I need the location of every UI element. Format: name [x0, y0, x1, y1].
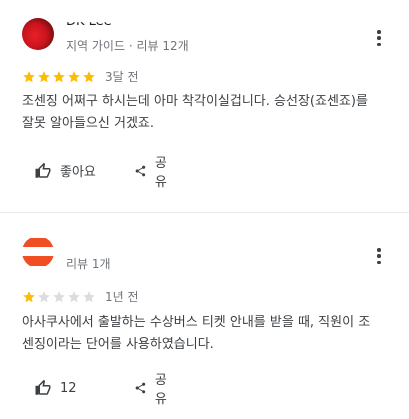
star-filled-icon	[83, 70, 95, 82]
reviewer-avatar[interactable]	[22, 18, 54, 50]
star-rating	[22, 290, 97, 304]
share-label: 공유	[154, 373, 167, 407]
like-button[interactable]: 12	[34, 379, 77, 397]
rating-row: 3달 전	[22, 68, 139, 85]
review-actions: 좋아요 공유	[34, 156, 167, 190]
reviewer-avatar[interactable]	[22, 236, 54, 268]
star-filled-icon	[68, 70, 80, 82]
review-card: DK Lee 지역 가이드 · 리뷰 12개 3달 전 조센징 어쩌구 하시는데…	[0, 0, 409, 212]
star-filled-icon	[53, 70, 65, 82]
reviewer-meta: 리뷰 1개	[66, 257, 111, 271]
share-button[interactable]: 공유	[134, 152, 172, 190]
star-rating	[22, 70, 97, 84]
star-filled-icon	[23, 70, 35, 82]
share-button[interactable]: 공유	[134, 369, 172, 407]
review-age: 3달 전	[105, 70, 139, 84]
star-empty-icon	[38, 290, 50, 302]
star-filled-icon	[23, 290, 35, 302]
review-actions: 12 공유	[34, 373, 167, 407]
thumb-up-icon	[35, 379, 51, 395]
more-vert-icon[interactable]	[377, 248, 381, 264]
review-age: 1년 전	[105, 290, 139, 304]
star-empty-icon	[53, 290, 65, 302]
thumb-up-icon	[35, 162, 51, 178]
share-label: 공유	[154, 155, 167, 190]
like-button[interactable]: 좋아요	[34, 161, 96, 180]
reviewer-meta: 지역 가이드 · 리뷰 12개	[66, 39, 189, 53]
reviewer-name[interactable]: DK Lee	[66, 22, 112, 29]
review-text: 아사쿠사에서 출발하는 수상버스 티켓 안내를 받을 때, 직원이 조센징이라는…	[22, 315, 371, 352]
star-filled-icon	[38, 70, 50, 82]
share-icon	[135, 382, 146, 394]
like-count: 12	[60, 380, 77, 396]
star-empty-icon	[83, 290, 95, 302]
star-empty-icon	[68, 290, 80, 302]
review-card: 리뷰 1개 1년 전 아사쿠사에서 출발하는 수상버스 티켓 안내를 받을 때,…	[0, 213, 409, 419]
like-label: 좋아요	[60, 165, 96, 180]
rating-row: 1년 전	[22, 288, 139, 305]
more-vert-icon[interactable]	[377, 30, 381, 46]
share-icon	[135, 165, 146, 176]
review-text: 조센징 어쩌구 하시는데 아마 착각이실겁니다. 승선장(죠센죠)를 잘못 알아…	[22, 94, 368, 131]
